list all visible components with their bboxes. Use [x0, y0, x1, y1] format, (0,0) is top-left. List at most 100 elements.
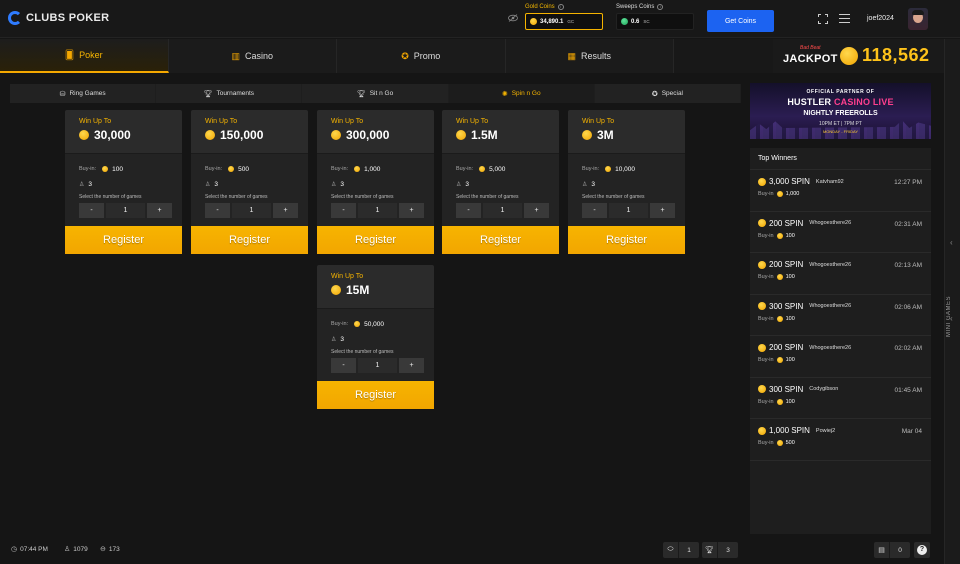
games-quantity[interactable]: 1	[609, 203, 648, 218]
gold-coins-balance[interactable]: 34,890.1 GC	[525, 13, 603, 30]
chevron-left-icon[interactable]: ‹	[950, 314, 953, 323]
decrement-button[interactable]: -	[456, 203, 481, 218]
decrement-button[interactable]: -	[331, 358, 356, 373]
mini-games-strip[interactable]: ‹ MINI GAMES ‹	[944, 39, 960, 564]
decrement-button[interactable]: -	[331, 203, 356, 218]
register-button[interactable]: Register	[568, 226, 685, 254]
help-button[interactable]: ?	[914, 542, 930, 558]
subtab-label: Tournaments	[216, 90, 255, 97]
subtab-ring-games[interactable]: ⛁ Ring Games	[10, 84, 156, 103]
winner-buyin-value: 100	[785, 274, 795, 280]
card-details: Buy-in: 100 ♙ 3 Select the number of games -1…	[65, 153, 182, 226]
winner-name: Whogoesthere26	[809, 344, 852, 351]
tab-poker[interactable]: 🂠 Poker	[0, 39, 169, 73]
register-button[interactable]: Register	[191, 226, 308, 254]
winner-item: 3,000 SPIN Katvham92 12:27 PM Buy-in 1,000	[750, 170, 931, 212]
register-button[interactable]: Register	[317, 226, 434, 254]
card-details: Buy-in: 500 ♙ 3 Select the number of games -1…	[191, 153, 308, 226]
tab-casino[interactable]: ▥ Casino	[168, 39, 337, 73]
games-stepper: -1 +	[205, 203, 308, 218]
banner-days: MONDAY - FRIDAY	[822, 129, 859, 134]
players-value: 3	[465, 180, 470, 188]
games-stepper: -1 +	[582, 203, 685, 218]
tab-label: Casino	[245, 51, 274, 61]
sweeps-coins-value: 0.6	[631, 18, 640, 25]
select-games-label: Select the number of games	[456, 194, 519, 200]
games-quantity[interactable]: 1	[483, 203, 522, 218]
avatar[interactable]	[908, 8, 928, 30]
decrement-button[interactable]: -	[79, 203, 104, 218]
win-amount: 300,000	[331, 128, 434, 142]
winner-time: 02:02 AM	[894, 345, 922, 352]
increment-button[interactable]: +	[399, 203, 424, 218]
subtab-spin-n-go[interactable]: ✺ Spin n Go	[448, 84, 594, 103]
gold-coin-icon	[776, 232, 783, 239]
sweeps-coins-label: Sweeps Coins i	[616, 4, 664, 10]
winner-buyin-value: 100	[785, 357, 795, 363]
buyin-row: Buy-in: 100	[79, 163, 182, 175]
get-coins-button[interactable]: Get Coins	[707, 10, 774, 32]
status-footer: ◷ 07:44 PM ♙ 1079 ⊖ 173	[0, 541, 944, 559]
open-tournaments-button[interactable]: 🏆︎ 3	[702, 542, 738, 558]
winner-buyin-label: Buy-in	[758, 274, 774, 280]
subtab-sit-n-go[interactable]: 🏆︎ Sit n Go	[302, 84, 448, 103]
messages-count: 0	[898, 546, 902, 554]
gold-coin-icon	[758, 385, 766, 393]
slots-icon: ▥	[231, 50, 240, 61]
games-quantity[interactable]: 1	[358, 358, 397, 373]
win-amount-value: 150,000	[220, 128, 264, 142]
winner-item: 300 SPIN Whogoesthere26 02:06 AM Buy-in 100	[750, 295, 931, 336]
increment-button[interactable]: +	[650, 203, 675, 218]
decrement-button[interactable]: -	[205, 203, 230, 218]
winner-amount: 300 SPIN	[769, 384, 804, 394]
increment-button[interactable]: +	[147, 203, 172, 218]
players-row: ♙ 3	[456, 178, 559, 190]
winner-time: 12:27 PM	[894, 179, 922, 186]
info-icon[interactable]: i	[557, 4, 564, 10]
open-tables-button[interactable]: ⬭ 1	[663, 542, 699, 558]
subtab-special[interactable]: ✪ Special	[594, 84, 741, 103]
open-tables-count: 1	[687, 546, 691, 554]
register-button[interactable]: Register	[317, 381, 434, 409]
promo-banner[interactable]: OFFICIAL PARTNER OF HUSTLER CASINO LIVE …	[750, 83, 931, 139]
sweeps-coins-balance[interactable]: 0.6 SC	[616, 13, 694, 30]
games-quantity[interactable]: 1	[232, 203, 271, 218]
increment-button[interactable]: +	[524, 203, 549, 218]
winner-item: 200 SPIN Whogoesthere26 02:31 AM Buy-in 100	[750, 212, 931, 253]
decrement-button[interactable]: -	[582, 203, 607, 218]
increment-button[interactable]: +	[273, 203, 298, 218]
register-button[interactable]: Register	[442, 226, 559, 254]
fullscreen-icon[interactable]	[818, 14, 828, 24]
buyin-row: Buy-in: 500	[205, 163, 308, 175]
players-icon: ♙	[64, 546, 71, 553]
gold-coin-icon	[479, 166, 486, 172]
chevron-left-icon[interactable]: ‹	[950, 238, 953, 247]
winner-buyin-value: 1,000	[785, 191, 800, 197]
logo-mark-icon	[8, 11, 22, 25]
increment-button[interactable]: +	[399, 358, 424, 373]
winner-item: 200 SPIN Whogoesthere26 02:02 AM Buy-in 100	[750, 336, 931, 378]
info-icon[interactable]: i	[657, 4, 664, 10]
card-details: Buy-in: 5,000 ♙ 3 Select the number of games…	[442, 153, 559, 226]
gold-coin-icon	[331, 285, 341, 295]
games-quantity[interactable]: 1	[106, 203, 145, 218]
games-quantity[interactable]: 1	[358, 203, 397, 218]
register-button[interactable]: Register	[65, 226, 182, 254]
spin-card: Win Up To 1.5M Buy-in: 5,000 ♙ 3 Select the nu…	[442, 110, 559, 254]
brand-logo[interactable]: CLUBS POKER	[8, 11, 109, 25]
subtab-tournaments[interactable]: 🏆︎ Tournaments	[156, 84, 302, 103]
tab-results[interactable]: ▦ Results	[505, 39, 674, 73]
messages-button[interactable]: ▤ 0	[874, 542, 910, 558]
tab-promo[interactable]: ✪ Promo	[337, 39, 506, 73]
players-value: 3	[340, 180, 345, 188]
winner-buyin-value: 500	[785, 440, 795, 446]
hide-balance-icon[interactable]	[508, 14, 518, 22]
gold-coin-icon	[758, 260, 766, 269]
players-icon: ♙	[205, 181, 211, 188]
winner-item: 1,000 SPIN Powiej2 Mar 04 Buy-in 500	[750, 419, 931, 461]
spin-card: Win Up To 300,000 Buy-in: 1,000 ♙ 3 Select the…	[317, 110, 434, 254]
gold-coin-icon	[79, 130, 89, 140]
username[interactable]: joef2024	[867, 15, 894, 22]
hamburger-menu-icon[interactable]	[839, 14, 850, 23]
jackpot-banner[interactable]: Bad Beat JACKPOT 118,562	[773, 39, 944, 73]
